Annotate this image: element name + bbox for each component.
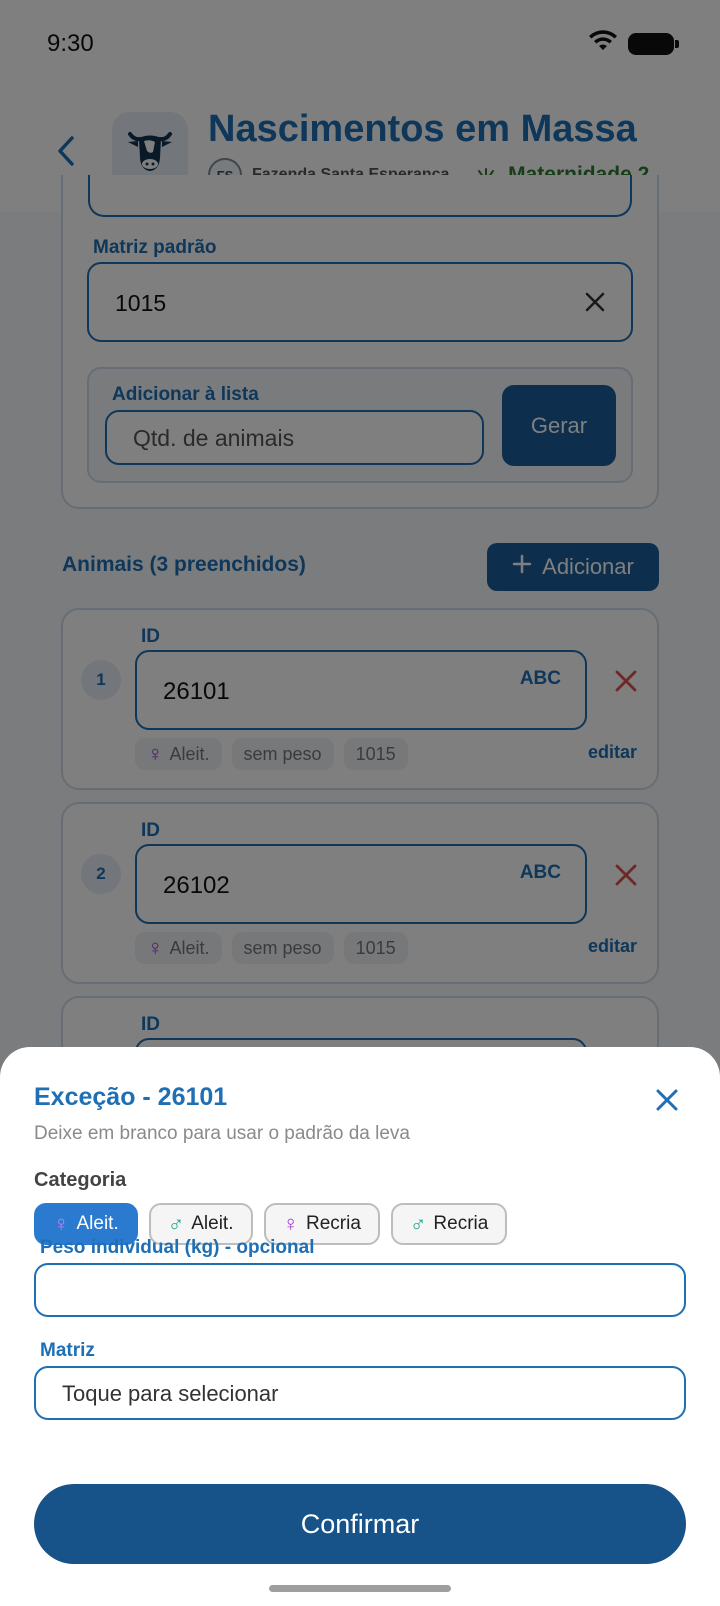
sheet-title: Exceção - 26101	[34, 1083, 228, 1111]
weight-label: Peso individual (kg) - opcional	[40, 1237, 315, 1258]
category-option-label: Aleit.	[191, 1213, 234, 1234]
sheet-subtitle: Deixe em branco para usar o padrão da le…	[34, 1123, 411, 1144]
close-icon	[656, 1089, 678, 1111]
category-label: Categoria	[34, 1169, 127, 1191]
male-icon: ♂	[167, 1211, 185, 1236]
category-option-label: Recria	[306, 1213, 361, 1234]
weight-input[interactable]	[34, 1263, 686, 1317]
matriz-select[interactable]: Toque para selecionar	[34, 1366, 686, 1420]
male-icon: ♂	[409, 1211, 427, 1236]
exception-sheet: Exceção - 26101 Deixe em branco para usa…	[0, 1047, 720, 1606]
matriz-label: Matriz	[40, 1340, 95, 1361]
category-option-label: Aleit.	[76, 1213, 119, 1234]
female-icon: ♀	[53, 1211, 70, 1236]
confirm-button[interactable]: Confirmar	[34, 1484, 686, 1564]
category-male-recria[interactable]: ♂ Recria	[390, 1203, 508, 1245]
female-icon: ♀	[282, 1211, 300, 1236]
matriz-placeholder: Toque para selecionar	[62, 1381, 279, 1406]
close-sheet-button[interactable]	[650, 1083, 684, 1117]
category-option-label: Recria	[433, 1213, 489, 1234]
home-indicator	[269, 1585, 451, 1592]
